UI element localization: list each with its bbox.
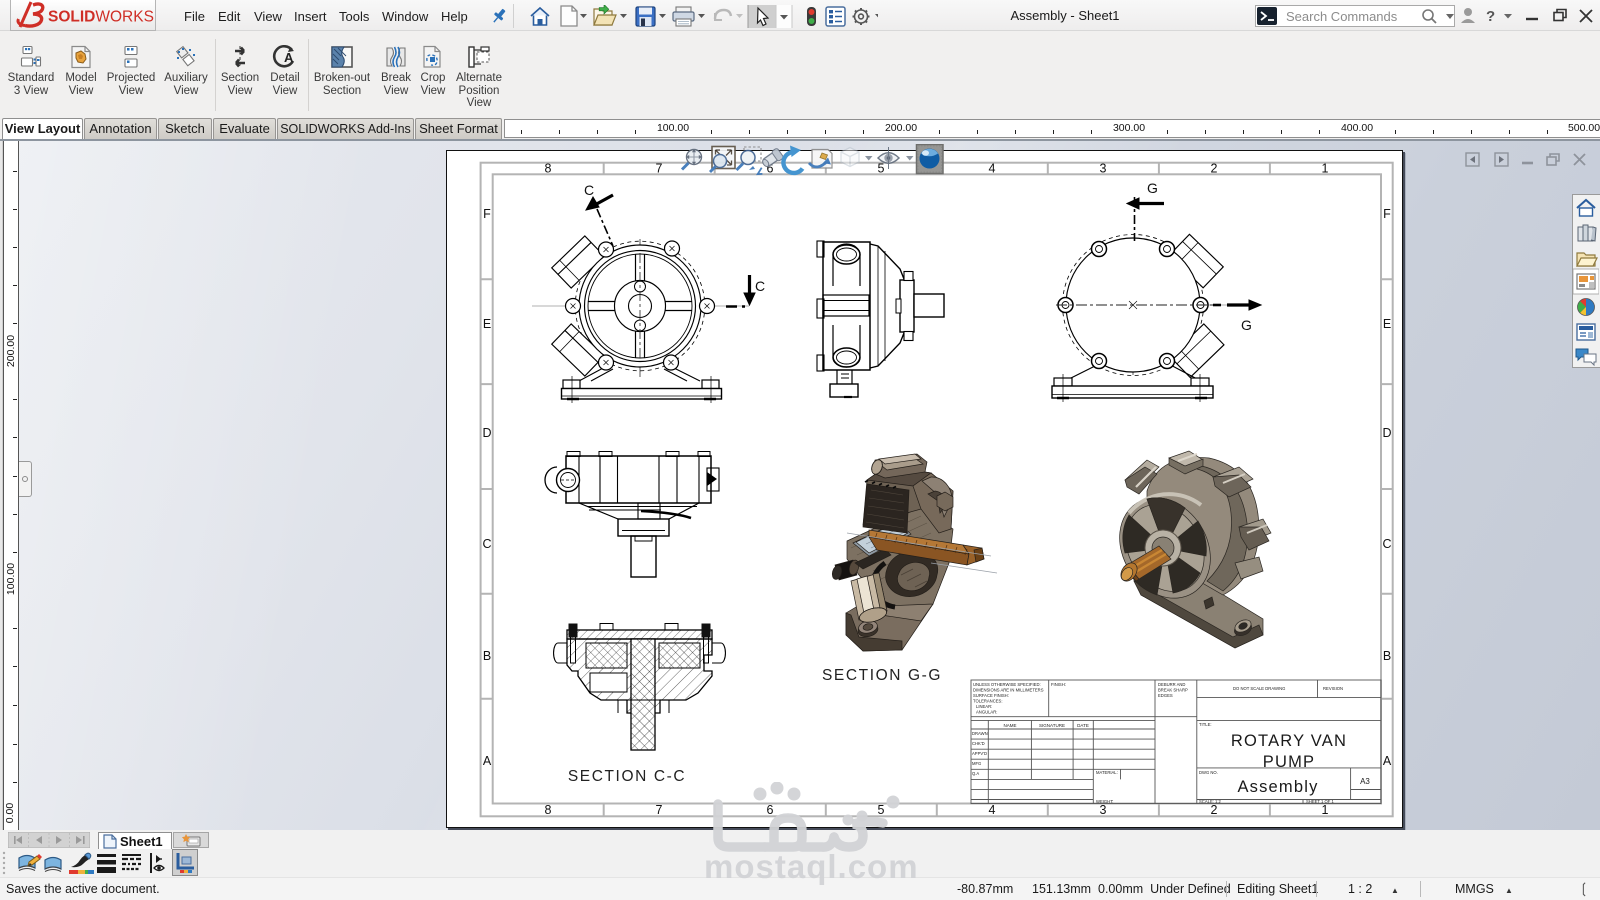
svg-text:G: G bbox=[1241, 317, 1253, 333]
svg-text:ANGULAR:: ANGULAR: bbox=[976, 710, 997, 715]
svg-text:F: F bbox=[483, 207, 491, 221]
svg-text:F: F bbox=[1383, 207, 1391, 221]
svg-text:DATE: DATE bbox=[1077, 723, 1089, 728]
svg-text:MFG: MFG bbox=[972, 761, 981, 766]
svg-text:C: C bbox=[1382, 537, 1391, 551]
svg-text:UNLESS OTHERWISE SPECIFIED:: UNLESS OTHERWISE SPECIFIED: bbox=[973, 682, 1041, 687]
svg-text:2: 2 bbox=[1211, 162, 1218, 176]
svg-text:SOLIDWORKS: SOLIDWORKS bbox=[48, 9, 154, 26]
svg-text:D: D bbox=[482, 426, 491, 440]
svg-text:MATERIAL:: MATERIAL: bbox=[1096, 770, 1118, 775]
svg-text:7: 7 bbox=[656, 162, 663, 176]
svg-text:REVISION: REVISION bbox=[1323, 686, 1343, 691]
svg-text:A3: A3 bbox=[1360, 777, 1370, 786]
svg-text:SURFACE FINISH:: SURFACE FINISH: bbox=[973, 693, 1009, 698]
svg-text:BREAK SHARP: BREAK SHARP bbox=[1158, 688, 1188, 693]
svg-text:4: 4 bbox=[989, 803, 996, 817]
svg-text:5: 5 bbox=[878, 803, 885, 817]
svg-text:DWG NO.: DWG NO. bbox=[1199, 770, 1218, 775]
svg-text:E: E bbox=[1383, 317, 1391, 331]
svg-text:DO NOT SCALE DRAWING: DO NOT SCALE DRAWING bbox=[1233, 686, 1285, 691]
svg-text:A: A bbox=[1383, 754, 1392, 768]
svg-text:D: D bbox=[1382, 426, 1391, 440]
svg-text:B: B bbox=[1383, 649, 1391, 663]
svg-text:NAME: NAME bbox=[1003, 723, 1016, 728]
svg-text:3: 3 bbox=[1100, 162, 1107, 176]
svg-text:SECTION G-G: SECTION G-G bbox=[822, 667, 942, 684]
svg-text:FINISH:: FINISH: bbox=[1051, 682, 1066, 687]
svg-text:WEIGHT:: WEIGHT: bbox=[1096, 799, 1113, 804]
svg-text:EDGES: EDGES bbox=[1158, 693, 1173, 698]
svg-text:C: C bbox=[482, 537, 491, 551]
svg-text:SECTION C-C: SECTION C-C bbox=[568, 768, 686, 785]
svg-text:3: 3 bbox=[1100, 803, 1107, 817]
svg-text:LINEAR:: LINEAR: bbox=[976, 704, 992, 709]
svg-text:SHEET 1 OF 1: SHEET 1 OF 1 bbox=[1306, 799, 1335, 804]
svg-text:SIGNATURE: SIGNATURE bbox=[1039, 723, 1065, 728]
svg-text:6: 6 bbox=[767, 803, 774, 817]
svg-text:2: 2 bbox=[1211, 803, 1218, 817]
svg-text:1: 1 bbox=[1322, 803, 1329, 817]
svg-text:TITLE:: TITLE: bbox=[1199, 722, 1212, 727]
svg-text:PUMP: PUMP bbox=[1263, 753, 1315, 771]
svg-text:TOLERANCES:: TOLERANCES: bbox=[973, 699, 1002, 704]
svg-text:8: 8 bbox=[545, 803, 552, 817]
svg-text:G: G bbox=[1147, 180, 1159, 196]
svg-text:APPV'D: APPV'D bbox=[972, 751, 987, 756]
svg-text:DIMENSIONS ARE IN MILLIMETERS: DIMENSIONS ARE IN MILLIMETERS bbox=[973, 688, 1044, 693]
svg-text:A: A bbox=[483, 754, 492, 768]
svg-text:C: C bbox=[755, 278, 766, 294]
svg-text:E: E bbox=[483, 317, 491, 331]
svg-text:C: C bbox=[584, 182, 595, 198]
svg-text:A: A bbox=[284, 50, 294, 65]
svg-text:?: ? bbox=[1486, 8, 1495, 25]
svg-text:7: 7 bbox=[656, 803, 663, 817]
svg-text:DRAWN: DRAWN bbox=[972, 731, 988, 736]
svg-text:4: 4 bbox=[989, 162, 996, 176]
svg-text:Assembly: Assembly bbox=[1237, 778, 1318, 796]
svg-text:ROTARY VAN: ROTARY VAN bbox=[1231, 732, 1347, 750]
svg-text:CHK'D: CHK'D bbox=[972, 741, 985, 746]
svg-text:1: 1 bbox=[1322, 162, 1329, 176]
svg-text:Q.A: Q.A bbox=[972, 771, 979, 776]
svg-text:8: 8 bbox=[545, 162, 552, 176]
svg-text:DEBURR AND: DEBURR AND bbox=[1158, 682, 1185, 687]
svg-text:SCALE: 1:2: SCALE: 1:2 bbox=[1199, 799, 1222, 804]
svg-text:B: B bbox=[483, 649, 491, 663]
